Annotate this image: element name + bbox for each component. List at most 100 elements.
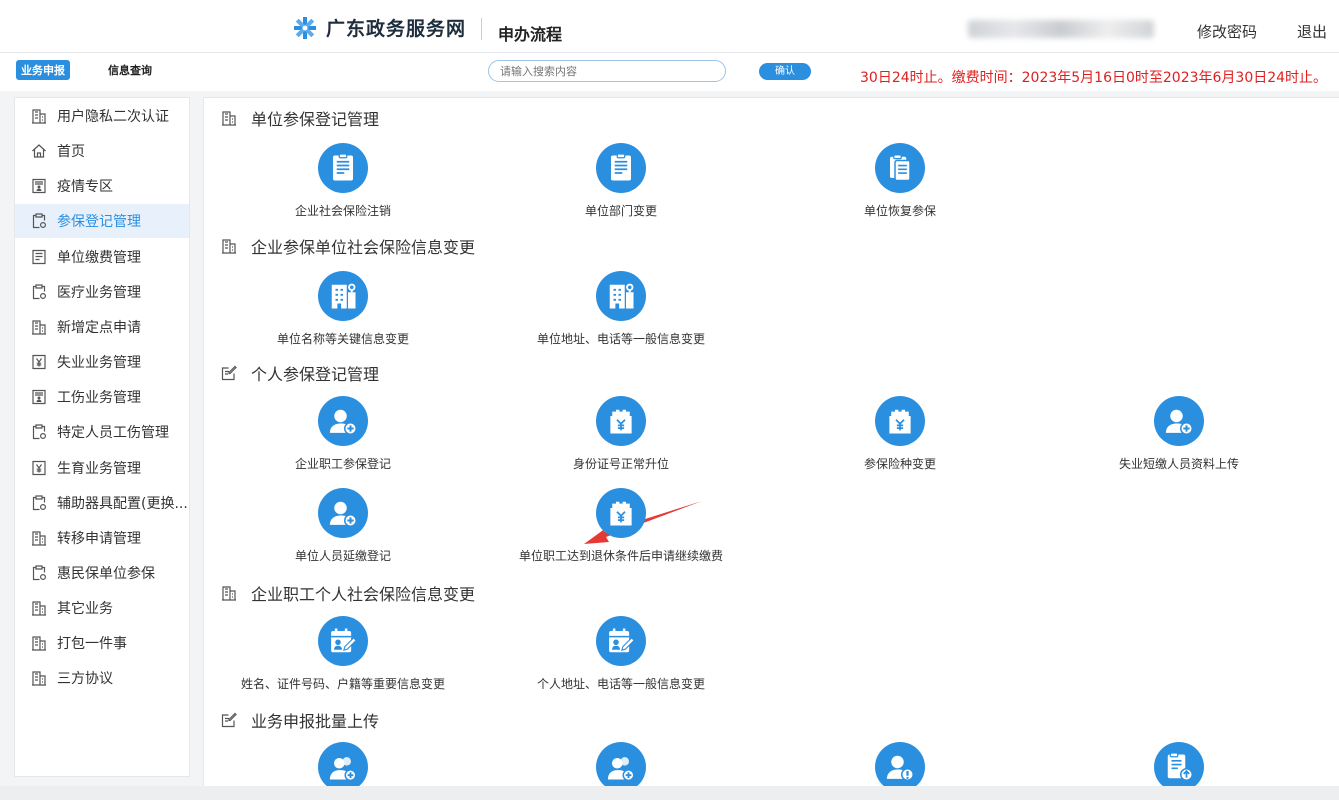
sidebar-item-label: 特定人员工伤管理 — [57, 425, 169, 442]
sidebar-item[interactable]: 其它业务 — [15, 591, 189, 625]
service-item[interactable]: 单位部门变更 — [501, 143, 741, 219]
service-item[interactable] — [501, 742, 741, 786]
sidebar-item[interactable]: 新增定点申请 — [15, 310, 189, 344]
service-item[interactable]: 参保险种变更 — [780, 396, 1020, 472]
sidebar-item[interactable]: 三方协议 — [15, 661, 189, 695]
service-icon-circle — [596, 271, 646, 321]
sidebar-item[interactable]: 辅助器具配置(更换... — [15, 486, 189, 520]
clipboard-copy-icon — [885, 153, 915, 183]
service-item[interactable]: 单位地址、电话等一般信息变更 — [501, 271, 741, 347]
service-icon-circle — [596, 616, 646, 666]
document-icon — [606, 153, 636, 183]
service-icon-circle — [1154, 742, 1204, 786]
sidebar-item[interactable]: 生育业务管理 — [15, 451, 189, 485]
toolbar: 业务申报 信息查询 确认 30日24时止。缴费时间：2023年5月16日0时至2… — [0, 53, 1339, 91]
sidebar: 用户隐私二次认证 首页 疫情专区 参保登记管理单位缴费管理 医疗业务管理新增定点申请失业… — [14, 97, 190, 777]
tab-business-declaration[interactable]: 业务申报 — [16, 60, 70, 80]
edit-icon — [221, 365, 237, 381]
service-icon-circle — [596, 396, 646, 446]
sidebar-item-label: 其它业务 — [57, 601, 113, 618]
building-icon — [31, 108, 47, 124]
section-title: 企业职工个人社会保险信息变更 — [221, 581, 475, 605]
service-item[interactable]: 单位名称等关键信息变更 — [223, 271, 463, 347]
service-item[interactable]: 个人地址、电话等一般信息变更 — [501, 616, 741, 692]
building-icon — [31, 600, 47, 616]
service-item[interactable]: 单位职工达到退休条件后申请继续缴费 — [501, 488, 741, 564]
building-icon — [31, 670, 47, 686]
blurred-username — [968, 20, 1154, 38]
service-icon-circle — [318, 396, 368, 446]
sidebar-item[interactable]: 医疗业务管理 — [15, 275, 189, 309]
sidebar-item-label: 辅助器具配置(更换... — [57, 495, 188, 512]
sidebar-item[interactable]: 惠民保单位参保 — [15, 556, 189, 590]
sidebar-item[interactable]: 特定人员工伤管理 — [15, 415, 189, 449]
sidebar-item[interactable]: 打包一件事 — [15, 626, 189, 660]
users-add-icon — [328, 752, 358, 782]
service-icon-circle — [875, 143, 925, 193]
yuan-badge-icon — [606, 406, 636, 436]
logo-icon — [294, 16, 316, 39]
yuan-badge-icon — [606, 498, 636, 528]
user-add-icon — [328, 498, 358, 528]
section-title: 个人参保登记管理 — [221, 361, 379, 385]
section-title-text: 企业参保单位社会保险信息变更 — [251, 238, 476, 257]
service-icon-circle — [1154, 396, 1204, 446]
confirm-button[interactable]: 确认 — [759, 63, 811, 80]
sidebar-item-label: 失业业务管理 — [57, 355, 141, 372]
service-item[interactable] — [780, 742, 1020, 786]
bottom-scrollbar[interactable] — [0, 786, 1339, 800]
sidebar-item[interactable]: 单位缴费管理 — [15, 240, 189, 274]
sidebar-item[interactable]: 失业业务管理 — [15, 345, 189, 379]
notice-marquee: 30日24时止。缴费时间：2023年5月16日0时至2023年6月30日24时止… — [860, 70, 1328, 86]
clipboard-gear-icon — [31, 284, 47, 300]
service-icon-circle — [596, 742, 646, 786]
tab-info-query[interactable]: 信息查询 — [108, 62, 152, 78]
main-content: 单位参保登记管理企业社会保险注销 单位部门变更 单位恢复参保企业参保单位社会保险信息… — [203, 97, 1339, 787]
user-add-icon — [328, 406, 358, 436]
service-label: 单位恢复参保 — [863, 204, 936, 218]
section-title-text: 业务申报批量上传 — [251, 712, 380, 731]
service-item[interactable]: 姓名、证件号码、户籍等重要信息变更 — [223, 616, 463, 692]
sidebar-item-label: 医疗业务管理 — [57, 284, 141, 301]
service-item[interactable] — [223, 742, 463, 786]
clipboard-gear-icon — [31, 424, 47, 440]
logout-link[interactable]: 退出 — [1297, 21, 1327, 42]
section-title: 单位参保登记管理 — [221, 106, 379, 130]
service-icon-circle — [596, 143, 646, 193]
sidebar-item-label: 单位缴费管理 — [57, 249, 141, 266]
service-item[interactable]: 企业职工参保登记 — [223, 396, 463, 472]
clipboard-gear-icon — [31, 565, 47, 581]
service-item[interactable]: 单位恢复参保 — [780, 143, 1020, 219]
user-add-icon — [1164, 406, 1194, 436]
yuan-badge-icon — [885, 406, 915, 436]
service-item[interactable] — [1059, 742, 1299, 786]
sidebar-item[interactable]: 工伤业务管理 — [15, 380, 189, 414]
site-title: 广东政务服务网 — [326, 18, 467, 40]
site-logo[interactable]: 广东政务服务网 — [292, 14, 466, 41]
change-password-link[interactable]: 修改密码 — [1197, 21, 1257, 42]
service-label: 单位名称等关键信息变更 — [276, 332, 409, 346]
service-item[interactable]: 失业短缴人员资料上传 — [1059, 396, 1299, 472]
service-label: 企业职工参保登记 — [294, 457, 391, 471]
home-icon — [31, 143, 47, 159]
sidebar-item[interactable]: 参保登记管理 — [15, 204, 189, 239]
section-title-text: 单位参保登记管理 — [251, 110, 380, 129]
building-key-icon — [328, 281, 358, 311]
service-label: 单位职工达到退休条件后申请继续缴费 — [518, 549, 723, 563]
top-header: 广东政务服务网 申办流程 修改密码 退出 — [0, 0, 1339, 53]
clipboard-gear-icon — [31, 213, 47, 229]
service-icon-circle — [875, 742, 925, 786]
service-item[interactable]: 单位人员延缴登记 — [223, 488, 463, 564]
service-item[interactable]: 身份证号正常升位 — [501, 396, 741, 472]
service-item[interactable]: 企业社会保险注销 — [223, 143, 463, 219]
sidebar-item-label: 生育业务管理 — [57, 460, 141, 477]
building-icon — [221, 585, 237, 601]
sidebar-item[interactable]: 用户隐私二次认证 — [15, 99, 189, 133]
service-label: 单位地址、电话等一般信息变更 — [536, 332, 705, 346]
service-icon-circle — [318, 742, 368, 786]
search-input[interactable] — [488, 60, 726, 82]
sidebar-item[interactable]: 疫情专区 — [15, 169, 189, 203]
service-icon-circle — [875, 396, 925, 446]
sidebar-item[interactable]: 首页 — [15, 134, 189, 168]
sidebar-item[interactable]: 转移申请管理 — [15, 521, 189, 555]
